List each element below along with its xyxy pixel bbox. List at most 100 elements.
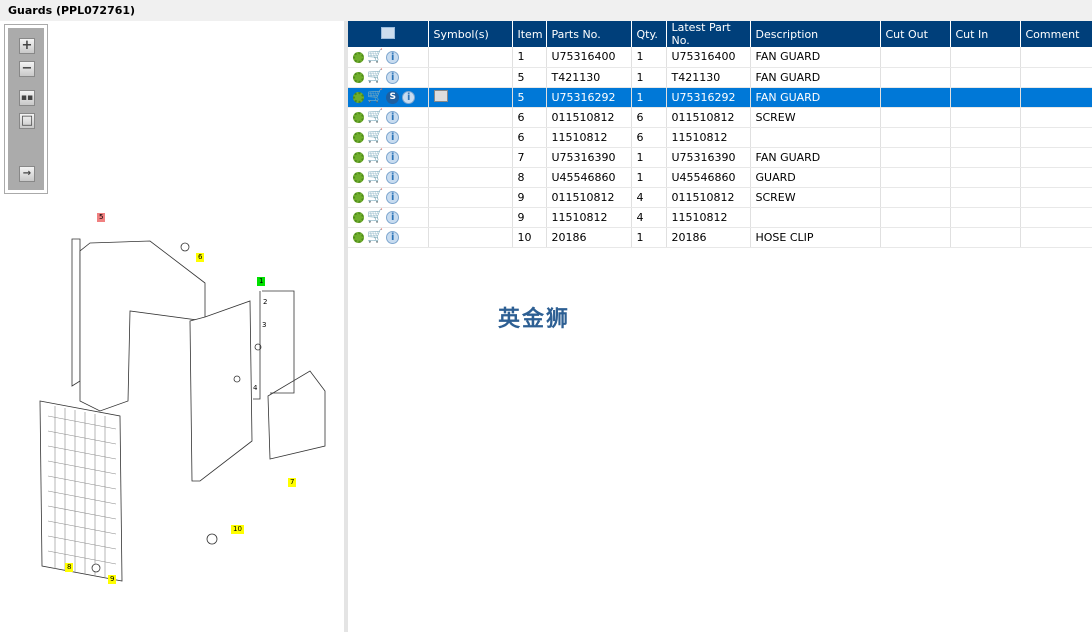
cart-icon[interactable]: 🛒: [367, 230, 383, 243]
cut-in-cell: [950, 127, 1021, 148]
column-header-comment[interactable]: Comment: [1020, 21, 1092, 47]
item-cell: 10: [512, 227, 547, 248]
qty-cell: 1: [631, 67, 667, 88]
row-actions: 🛒 i: [348, 67, 429, 88]
qty-cell: 1: [631, 147, 667, 168]
supersession-icon[interactable]: S: [386, 90, 400, 104]
info-icon[interactable]: i: [402, 90, 416, 104]
exploded-parts-diagram[interactable]: [0, 21, 344, 632]
info-icon[interactable]: i: [386, 130, 400, 144]
cart-icon[interactable]: 🛒: [367, 90, 383, 103]
qty-cell: 4: [631, 207, 667, 228]
gear-icon[interactable]: [353, 71, 364, 83]
comment-cell: [1020, 87, 1092, 108]
gear-icon[interactable]: [353, 131, 364, 143]
cut-in-cell: [950, 167, 1021, 188]
desc-cell: FAN GUARD: [750, 47, 881, 68]
cart-icon[interactable]: 🛒: [367, 210, 383, 223]
cart-icon[interactable]: 🛒: [367, 150, 383, 163]
table-row[interactable]: 🛒 i 9 11510812 4 11510812: [348, 207, 1092, 228]
column-header-description[interactable]: Description: [750, 21, 881, 47]
gear-icon[interactable]: [353, 151, 364, 163]
info-icon[interactable]: i: [386, 230, 400, 244]
comment-cell: [1020, 67, 1092, 88]
view-book-icon[interactable]: [433, 89, 448, 102]
cart-icon[interactable]: 🛒: [367, 50, 383, 63]
info-icon[interactable]: i: [386, 150, 400, 164]
search-view-icon[interactable]: [380, 26, 395, 39]
info-icon[interactable]: i: [386, 110, 400, 124]
column-header-item[interactable]: Item: [512, 21, 547, 47]
callout-2[interactable]: 2: [261, 298, 269, 307]
assembly-gears-icon[interactable]: [353, 51, 364, 63]
info-icon[interactable]: i: [386, 210, 400, 224]
qty-cell: 1: [631, 227, 667, 248]
gear-icon[interactable]: [353, 111, 364, 123]
parts-no-cell: 20186: [546, 227, 632, 248]
cart-icon[interactable]: 🛒: [367, 110, 383, 123]
column-header-latest-part-no[interactable]: Latest Part No.: [666, 21, 751, 47]
cut-in-cell: [950, 207, 1021, 228]
table-row[interactable]: 🛒 i 9 011510812 4 011510812 SCREW: [348, 187, 1092, 208]
parts-no-cell: 11510812: [546, 207, 632, 228]
cart-icon[interactable]: 🛒: [367, 70, 383, 83]
cut-in-cell: [950, 47, 1021, 68]
cart-icon[interactable]: 🛒: [367, 130, 383, 143]
table-row[interactable]: 🛒 i 6 011510812 6 011510812 SCREW: [348, 107, 1092, 128]
desc-cell: [750, 207, 881, 228]
table-row[interactable]: 🛒 Si 5 U75316292 1 U75316292 FAN GUARD: [348, 87, 1092, 108]
column-header-parts-no[interactable]: Parts No.: [546, 21, 632, 47]
table-row[interactable]: 🛒 i 7 U75316390 1 U75316390 FAN GUARD: [348, 147, 1092, 168]
column-header-symbols[interactable]: Symbol(s): [428, 21, 513, 47]
table-row[interactable]: 🛒 i 5 T421130 1 T421130 FAN GUARD: [348, 67, 1092, 88]
window-title: Guards (PPL072761): [0, 0, 1092, 21]
gear-icon[interactable]: [353, 171, 364, 183]
latest-cell: U75316400: [666, 47, 751, 68]
column-header-cut-in[interactable]: Cut In: [950, 21, 1021, 47]
table-row[interactable]: 🛒 i 10 20186 1 20186 HOSE CLIP: [348, 227, 1092, 248]
row-actions: 🛒 Si: [348, 87, 429, 108]
cart-icon[interactable]: 🛒: [367, 170, 383, 183]
item-cell: 6: [512, 107, 547, 128]
table-row[interactable]: 🛒 i 6 11510812 6 11510812: [348, 127, 1092, 148]
cart-icon[interactable]: 🛒: [367, 190, 383, 203]
callout-8[interactable]: 8: [65, 563, 74, 572]
row-actions: 🛒 i: [348, 187, 429, 208]
gear-icon[interactable]: [353, 91, 364, 103]
table-row[interactable]: 🛒 i 1 U75316400 1 U75316400 FAN GUARD: [348, 47, 1092, 68]
item-cell: 7: [512, 147, 547, 168]
comment-cell: [1020, 187, 1092, 208]
diagram-panel: + − ▪▪ □ → 5 6 1 2 3 4 7 10 8 9: [0, 21, 344, 632]
info-icon[interactable]: i: [386, 70, 400, 84]
callout-4[interactable]: 4: [251, 384, 259, 393]
callout-3[interactable]: 3: [260, 321, 268, 330]
qty-cell: 6: [631, 107, 667, 128]
info-icon[interactable]: i: [386, 190, 400, 204]
item-cell: 6: [512, 127, 547, 148]
desc-cell: FAN GUARD: [750, 67, 881, 88]
column-header-actions[interactable]: [348, 21, 429, 47]
column-header-qty[interactable]: Qty.: [631, 21, 667, 47]
callout-7[interactable]: 7: [288, 478, 297, 487]
desc-cell: GUARD: [750, 167, 881, 188]
gear-icon[interactable]: [353, 211, 364, 223]
callout-5[interactable]: 5: [97, 213, 106, 222]
parts-table: Symbol(s) Item Parts No. Qty. Latest Par…: [348, 21, 1092, 248]
desc-cell: SCREW: [750, 107, 881, 128]
info-icon[interactable]: i: [386, 50, 400, 64]
column-header-cut-out[interactable]: Cut Out: [880, 21, 951, 47]
callout-1[interactable]: 1: [257, 277, 266, 286]
table-header: Symbol(s) Item Parts No. Qty. Latest Par…: [348, 21, 1092, 47]
gear-icon[interactable]: [353, 231, 364, 243]
desc-cell: [750, 127, 881, 148]
latest-cell: 011510812: [666, 187, 751, 208]
row-actions: 🛒 i: [348, 127, 429, 148]
callout-10[interactable]: 10: [231, 525, 244, 534]
table-row[interactable]: 🛒 i 8 U45546860 1 U45546860 GUARD: [348, 167, 1092, 188]
info-icon[interactable]: i: [386, 170, 400, 184]
callout-6[interactable]: 6: [196, 253, 205, 262]
latest-cell: U45546860: [666, 167, 751, 188]
desc-cell: SCREW: [750, 187, 881, 208]
gear-icon[interactable]: [353, 191, 364, 203]
callout-9[interactable]: 9: [108, 575, 117, 584]
